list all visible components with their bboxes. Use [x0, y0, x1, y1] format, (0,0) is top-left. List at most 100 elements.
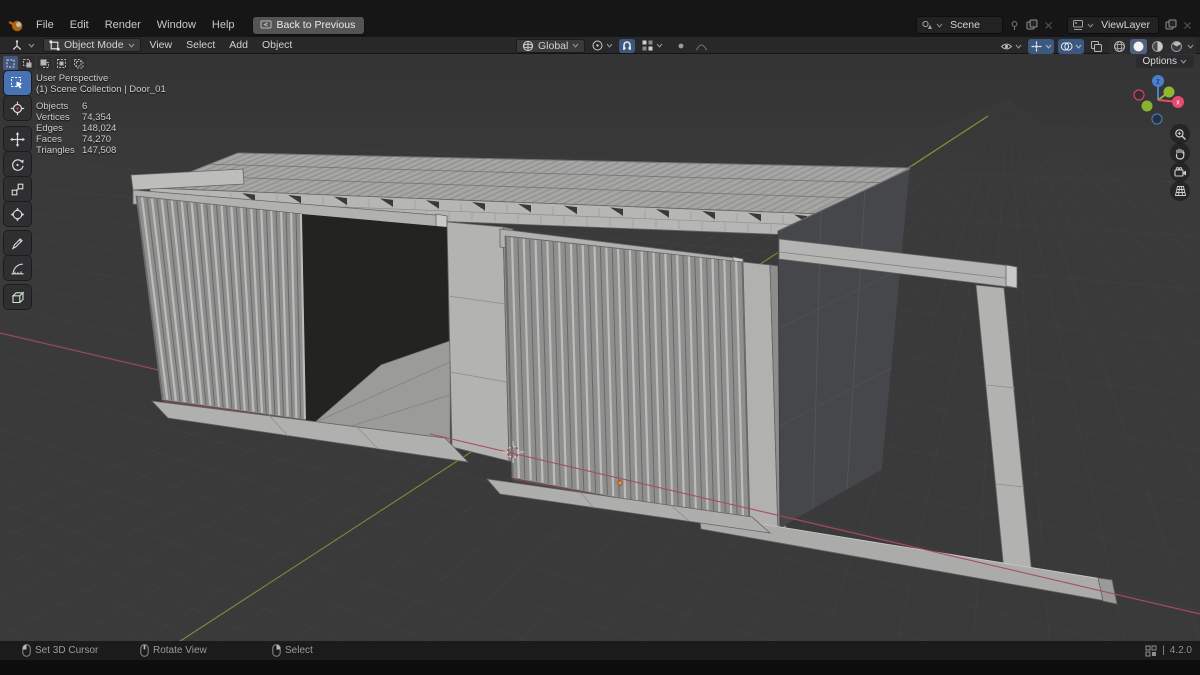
stat-value: 147,508 [82, 145, 117, 156]
proportional-falloff-dropdown[interactable] [693, 39, 710, 52]
tool-scale-button[interactable] [4, 177, 31, 201]
tool-move-button[interactable] [4, 127, 31, 151]
mouse-middle-icon [140, 644, 149, 657]
statusbar-separator: | [1162, 645, 1165, 656]
blender-logo-icon[interactable] [8, 17, 24, 33]
viewport-menu-view[interactable]: View [143, 39, 180, 51]
view-layer-name[interactable]: ViewLayer [1097, 19, 1154, 31]
select-mode-options [3, 56, 86, 70]
hand-icon [1175, 148, 1185, 160]
toggle-xray-button[interactable] [1088, 39, 1105, 54]
select-mode-intersect-button[interactable] [71, 56, 86, 70]
stat-label: Objects [36, 101, 69, 112]
chevron-down-icon [28, 43, 35, 48]
editor-type-button[interactable] [4, 38, 41, 52]
viewport-3d[interactable]: User Perspective (1) Scene Collection | … [0, 54, 1200, 641]
view-layer-selector[interactable]: ViewLayer [1067, 16, 1159, 34]
select-mode-invert-icon [57, 58, 66, 68]
select-mode-invert-button[interactable] [54, 56, 69, 70]
menu-edit[interactable]: Edit [62, 17, 97, 33]
scene-icon [921, 19, 933, 31]
tool-transform-button[interactable] [4, 202, 31, 226]
object-type-visibility-dropdown[interactable] [998, 40, 1024, 53]
perspective-toggle-button[interactable] [1170, 181, 1190, 201]
snap-toggle[interactable] [619, 38, 636, 53]
viewport-menu-add[interactable]: Add [222, 39, 255, 51]
pan-button[interactable] [1170, 143, 1190, 163]
stat-label: Edges [36, 123, 63, 134]
viewport-menu-object[interactable]: Object [255, 39, 299, 51]
stat-row-vertices: Vertices 74,354 [36, 112, 166, 123]
stat-label: Faces [36, 134, 62, 145]
visibility-eye-icon [1000, 43, 1013, 50]
new-layer-icon[interactable] [1165, 19, 1177, 31]
tool-cursor-button[interactable] [4, 96, 31, 120]
screen-icon [260, 20, 272, 30]
viewport-options-button[interactable]: Options [1135, 55, 1194, 68]
scene-name[interactable]: Scene [946, 19, 998, 31]
transform-orientation-dropdown[interactable]: Global [516, 38, 586, 53]
select-box-icon [11, 76, 23, 89]
close-icon[interactable] [1183, 21, 1192, 30]
gizmo-icon [1031, 41, 1042, 52]
move-icon [10, 131, 25, 147]
menu-file[interactable]: File [28, 17, 62, 33]
scene-selector[interactable]: Scene [916, 16, 1004, 34]
navigation-gizmo[interactable]: zx [1132, 72, 1188, 132]
close-icon[interactable] [1044, 21, 1053, 30]
shading-material-button[interactable] [1149, 39, 1166, 54]
back-button-label: Back to Previous [276, 18, 356, 31]
show-overlays-toggle[interactable] [1058, 39, 1084, 54]
xray-icon [1091, 41, 1102, 52]
cursor-icon [10, 101, 25, 115]
viewlayer-icon [1072, 19, 1084, 31]
tool-add-cube-button[interactable] [4, 285, 31, 309]
transform-icon [10, 207, 25, 221]
extensions-icon[interactable] [1145, 645, 1157, 657]
shading-solid-button[interactable] [1130, 39, 1147, 54]
select-mode-set-button[interactable] [3, 56, 18, 70]
tool-annotate-button[interactable] [4, 231, 31, 255]
camera-icon [1173, 166, 1186, 177]
add-cube-icon [11, 291, 25, 303]
stat-value: 6 [82, 101, 88, 112]
mode-label: Object Mode [64, 39, 124, 51]
tool-select-box-button[interactable] [4, 71, 31, 95]
select-mode-extend-button[interactable] [20, 56, 35, 70]
chevron-down-icon [1015, 44, 1022, 49]
snap-with-dropdown[interactable] [639, 38, 665, 53]
chevron-down-icon [128, 43, 134, 48]
shading-wireframe-button[interactable] [1111, 39, 1128, 54]
stat-label: Vertices [36, 112, 70, 123]
shading-rendered-button[interactable] [1168, 39, 1185, 54]
chevron-down-icon [1075, 44, 1082, 49]
view-perspective-label: User Perspective [36, 73, 109, 84]
svg-text:z: z [1156, 79, 1160, 86]
pivot-point-dropdown[interactable] [589, 38, 615, 53]
orientation-label: Global [538, 39, 569, 52]
chevron-down-icon [1180, 59, 1187, 64]
select-mode-subtract-button[interactable] [37, 56, 52, 70]
select-mode-set-icon [6, 59, 15, 67]
statusbar-hint-label: Rotate View [153, 645, 207, 656]
back-to-previous-button[interactable]: Back to Previous [252, 16, 365, 34]
menu-help[interactable]: Help [204, 17, 243, 33]
viewport-menu-select[interactable]: Select [179, 39, 222, 51]
chevron-down-icon [656, 43, 663, 48]
pin-icon[interactable] [1009, 20, 1020, 31]
stat-row-triangles: Triangles 147,508 [36, 145, 166, 156]
menu-render[interactable]: Render [97, 17, 149, 33]
viewport-3d-scene[interactable] [0, 54, 1200, 641]
new-scene-icon[interactable] [1026, 19, 1038, 31]
chevron-down-icon [572, 43, 579, 48]
menu-window[interactable]: Window [149, 17, 204, 33]
zoom-button[interactable] [1170, 124, 1190, 144]
tool-rotate-button[interactable] [4, 152, 31, 176]
snap-increment-icon [642, 40, 653, 51]
camera-view-button[interactable] [1170, 162, 1190, 182]
mode-dropdown[interactable]: Object Mode [43, 38, 141, 52]
show-gizmo-toggle[interactable] [1028, 39, 1054, 54]
proportional-editing-toggle[interactable] [673, 39, 689, 53]
statusbar-hint-label: Set 3D Cursor [35, 645, 99, 656]
tool-measure-button[interactable] [4, 256, 31, 280]
